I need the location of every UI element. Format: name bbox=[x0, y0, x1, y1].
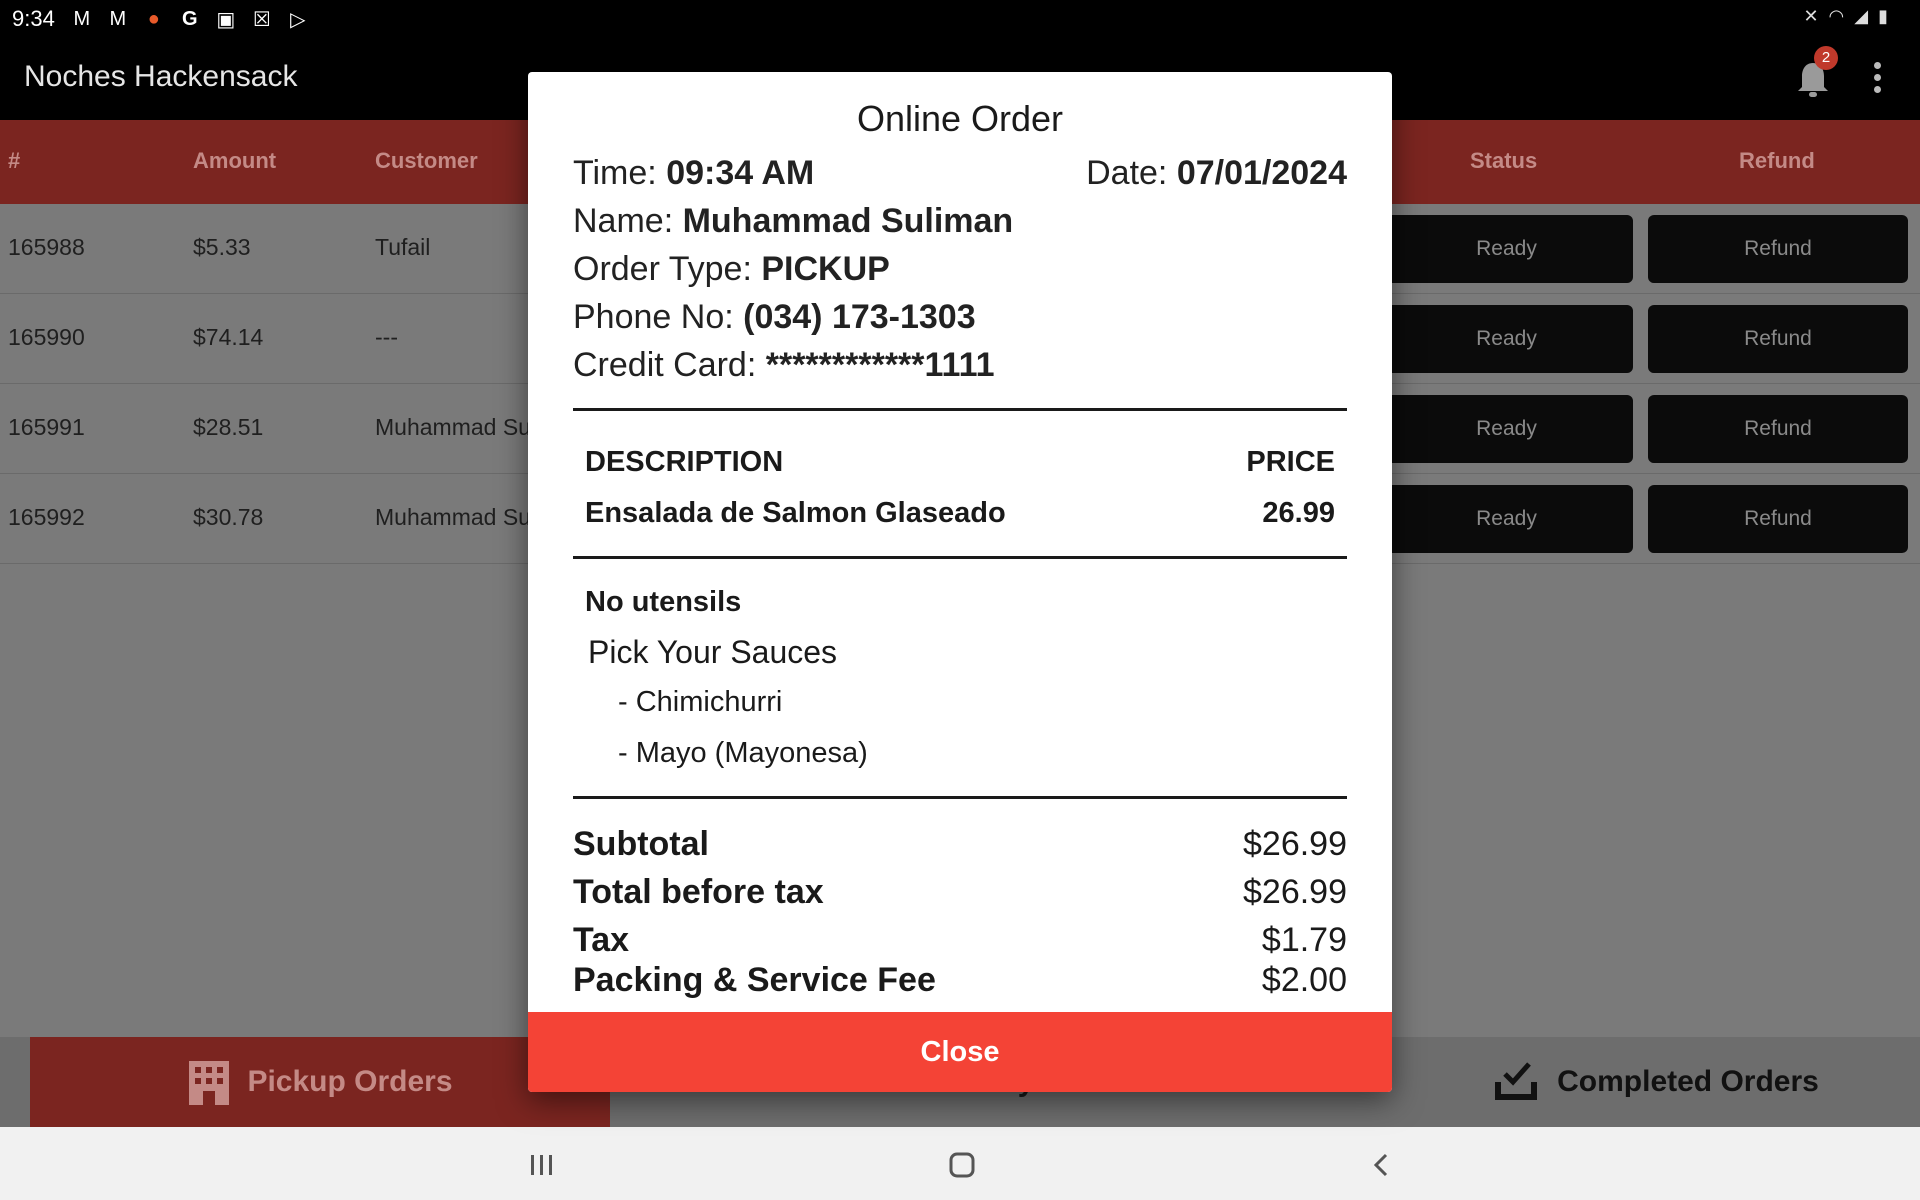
header-customer: Customer bbox=[375, 148, 478, 173]
close-button[interactable]: Close bbox=[528, 1012, 1392, 1092]
notification-badge: 2 bbox=[1814, 46, 1838, 70]
item-name: Ensalada de Salmon Glaseado bbox=[585, 497, 1006, 529]
credit-card: Credit Card: ************1111 bbox=[573, 346, 995, 385]
date-value: 07/01/2024 bbox=[1176, 154, 1347, 192]
order-type-value: PICKUP bbox=[761, 250, 890, 288]
header-refund: Refund bbox=[1739, 148, 1815, 173]
divider bbox=[573, 556, 1347, 559]
option-group-title: Pick Your Sauces bbox=[588, 634, 838, 670]
order-time: Time: 09:34 AM bbox=[573, 154, 814, 193]
option-item: - Chimichurri bbox=[618, 686, 783, 718]
tab-pickup-label: Pickup Orders bbox=[247, 1065, 453, 1098]
card-value: ************1111 bbox=[765, 346, 995, 384]
header-number: # bbox=[8, 148, 21, 173]
subtotal-value: $26.99 bbox=[1243, 825, 1347, 863]
completed-tray-icon bbox=[1495, 1062, 1538, 1100]
wifi-icon: ◠ bbox=[1828, 6, 1845, 26]
mute-icon: ✕ bbox=[1803, 6, 1819, 26]
close-box-icon: ☒ bbox=[252, 8, 271, 31]
gallery-icon: ▣ bbox=[216, 8, 236, 31]
name-value: Muhammad Suliman bbox=[682, 202, 1014, 240]
customer-name: Name: Muhammad Suliman bbox=[573, 202, 1013, 241]
name-label: Name: bbox=[573, 202, 683, 240]
system-nav-bar bbox=[0, 1127, 1920, 1200]
order-number: 165991 bbox=[8, 414, 85, 440]
dialog-title: Online Order bbox=[856, 98, 1064, 139]
fee-value: $2.00 bbox=[1261, 961, 1347, 999]
header-amount: Amount bbox=[193, 148, 277, 173]
refund-button[interactable]: Refund bbox=[1648, 215, 1908, 283]
time-value: 09:34 AM bbox=[666, 154, 815, 192]
order-type: Order Type: PICKUP bbox=[573, 250, 890, 289]
time-label: Time: bbox=[573, 154, 667, 192]
item-price: 26.99 bbox=[1262, 497, 1335, 529]
before-tax-label: Total before tax bbox=[573, 873, 824, 911]
card-label: Credit Card: bbox=[573, 346, 766, 384]
recent-apps-icon[interactable] bbox=[522, 1145, 562, 1185]
order-note: No utensils bbox=[585, 586, 742, 618]
ready-button[interactable]: Ready bbox=[1380, 215, 1633, 283]
play-store-icon: ▷ bbox=[290, 8, 306, 31]
date-label: Date: bbox=[1086, 154, 1177, 192]
battery-icon: ▮ bbox=[1878, 6, 1888, 26]
order-date: Date: 07/01/2024 bbox=[1086, 154, 1347, 193]
ready-button[interactable]: Ready bbox=[1380, 305, 1633, 373]
building-icon bbox=[189, 1061, 230, 1105]
description-header: DESCRIPTION bbox=[585, 446, 784, 478]
ready-button[interactable]: Ready bbox=[1380, 485, 1633, 553]
order-amount: $74.14 bbox=[193, 324, 264, 350]
refund-button[interactable]: Refund bbox=[1648, 485, 1908, 553]
phone-value: (034) 173-1303 bbox=[743, 298, 976, 336]
before-tax-value: $26.99 bbox=[1243, 873, 1347, 911]
subtotal-label: Subtotal bbox=[573, 825, 709, 863]
refund-button[interactable]: Refund bbox=[1648, 395, 1908, 463]
option-item: - Mayo (Mayonesa) bbox=[618, 737, 868, 769]
order-customer: --- bbox=[375, 324, 398, 350]
tab-completed-orders[interactable]: Completed Orders bbox=[1390, 1037, 1920, 1127]
tax-label: Tax bbox=[573, 921, 630, 959]
order-amount: $5.33 bbox=[193, 234, 251, 260]
order-number: 165988 bbox=[8, 234, 85, 260]
phone-label: Phone No: bbox=[573, 298, 744, 336]
status-bar: 9:34 M M ● G ▣ ☒ ▷ ✕ ◠ ◢ ▮ bbox=[0, 0, 1920, 38]
back-icon[interactable] bbox=[1362, 1145, 1402, 1185]
price-header: PRICE bbox=[1246, 446, 1335, 478]
google-icon: G bbox=[182, 7, 198, 30]
more-options-icon[interactable] bbox=[1874, 62, 1882, 98]
refund-button[interactable]: Refund bbox=[1648, 305, 1908, 373]
gmail-icon: M bbox=[109, 7, 127, 30]
order-amount: $28.51 bbox=[193, 414, 264, 440]
phone-number: Phone No: (034) 173-1303 bbox=[573, 298, 976, 337]
ready-button[interactable]: Ready bbox=[1380, 395, 1633, 463]
home-icon[interactable] bbox=[942, 1145, 982, 1185]
tab-pickup-orders[interactable]: Pickup Orders bbox=[30, 1037, 610, 1127]
order-type-label: Order Type: bbox=[573, 250, 762, 288]
gmail-icon: M bbox=[73, 7, 91, 30]
online-order-dialog: Online Order Time: 09:34 AM Date: 07/01/… bbox=[528, 72, 1392, 1092]
order-number: 165990 bbox=[8, 324, 85, 350]
divider bbox=[573, 408, 1347, 411]
order-number: 165992 bbox=[8, 504, 85, 530]
order-customer: Muhammad Su bbox=[375, 414, 531, 440]
order-customer: Tufail bbox=[375, 234, 431, 260]
status-time: 9:34 bbox=[12, 6, 55, 31]
fee-label: Packing & Service Fee bbox=[573, 961, 936, 999]
app-icon: ● bbox=[147, 7, 160, 30]
header-status: Status bbox=[1470, 148, 1538, 173]
tax-value: $1.79 bbox=[1261, 921, 1347, 959]
divider bbox=[573, 796, 1347, 799]
signal-icon: ◢ bbox=[1854, 6, 1869, 26]
app-title: Noches Hackensack bbox=[24, 60, 298, 93]
order-amount: $30.78 bbox=[193, 504, 264, 530]
tab-completed-label: Completed Orders bbox=[1557, 1065, 1819, 1098]
order-customer: Muhammad Su bbox=[375, 504, 531, 530]
